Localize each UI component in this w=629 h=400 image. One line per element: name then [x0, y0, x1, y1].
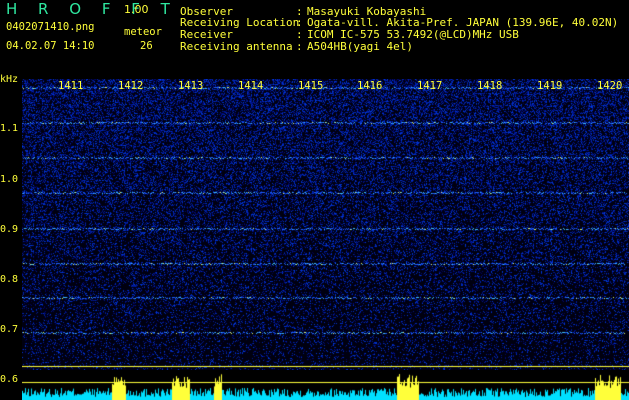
meteor-count: 26	[140, 40, 153, 52]
x-tick-1411: 1411	[58, 80, 84, 92]
location-colon: :	[296, 16, 303, 29]
version-label: 1.00	[124, 3, 149, 16]
x-tick-1416: 1416	[357, 80, 383, 92]
y-tick-0-9: 0.9	[0, 224, 19, 235]
x-tick-1415: 1415	[298, 80, 324, 92]
datetime-label: 04.02.07 14:10	[6, 40, 95, 52]
x-tick-1419: 1419	[537, 80, 563, 92]
signal-power-bar	[22, 370, 629, 400]
y-tick-1-1: 1.1	[0, 123, 19, 134]
spectrogram-canvas	[22, 79, 629, 370]
x-tick-1412: 1412	[118, 80, 144, 92]
meteor-label: meteor	[124, 26, 162, 38]
y-tick-0-6: 0.6	[0, 374, 19, 385]
app-title: H R O F F T	[6, 0, 178, 18]
antenna-label: Receiving antenna	[180, 40, 293, 53]
y-tick-1-0: 1.0	[0, 174, 19, 185]
y-tick-0-8: 0.8	[0, 274, 19, 285]
receiver-colon: :	[296, 28, 303, 41]
x-tick-1418: 1418	[477, 80, 503, 92]
x-tick-1420: 1420	[597, 80, 623, 92]
x-tick-1417: 1417	[417, 80, 443, 92]
antenna-value: A504HB(yagi 4el)	[307, 40, 413, 53]
location-value: Ogata-vill. Akita-Pref. JAPAN (139.96E, …	[307, 16, 619, 29]
location-label: Receiving Location	[180, 16, 300, 29]
receiver-label: Receiver	[180, 28, 233, 41]
x-tick-1413: 1413	[178, 80, 204, 92]
receiver-value: ICOM IC-575 53.7492(@LCD)MHz USB	[307, 28, 519, 41]
filename-label: 0402071410.png	[6, 21, 95, 33]
y-tick-0-7: 0.7	[0, 324, 19, 335]
antenna-colon: :	[296, 40, 303, 53]
x-tick-1414: 1414	[238, 80, 264, 92]
y-axis-unit: kHz	[0, 74, 19, 85]
